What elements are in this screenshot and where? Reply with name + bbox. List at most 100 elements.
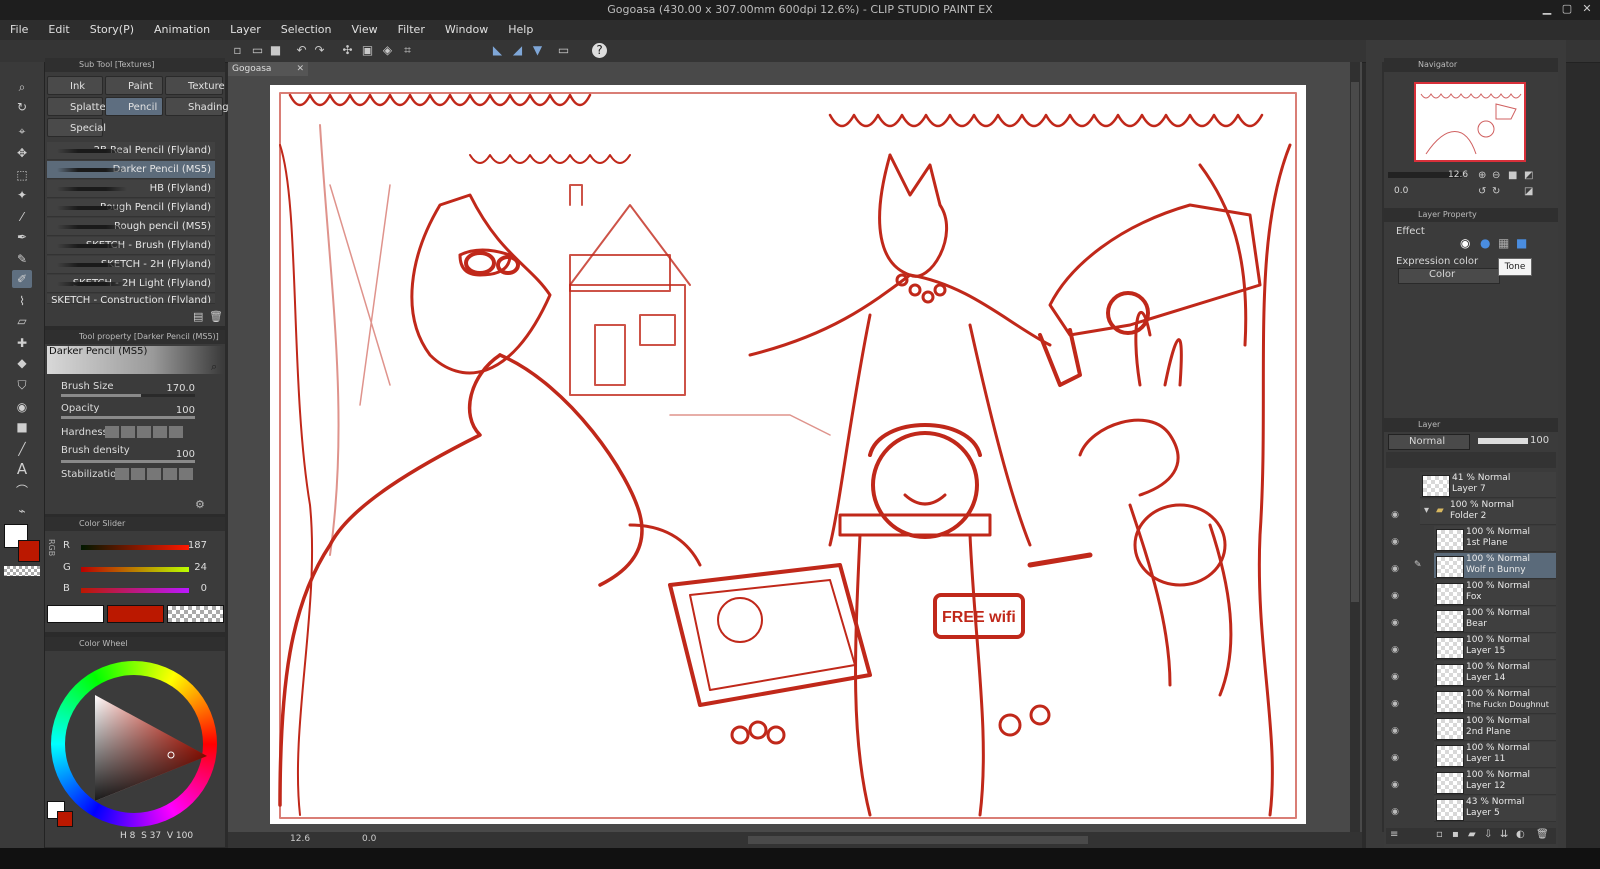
new-raster-layer-icon[interactable]: ▫ bbox=[1436, 829, 1443, 840]
help-icon[interactable]: ? bbox=[592, 43, 607, 58]
pencil-icon[interactable]: ✎ bbox=[12, 250, 32, 268]
layer-menu-icon[interactable]: ≡ bbox=[1390, 829, 1398, 840]
horizontal-scroll-thumb[interactable] bbox=[748, 836, 1088, 844]
zoom-out-icon[interactable]: ⊖ bbox=[1492, 170, 1500, 181]
category-ink[interactable]: Ink bbox=[47, 76, 103, 95]
border-effect-icon[interactable]: ◉ bbox=[1460, 236, 1470, 250]
eye-icon[interactable]: ◉ bbox=[1388, 510, 1402, 520]
fill-bucket-icon[interactable]: ◆ bbox=[12, 354, 32, 372]
red-track[interactable] bbox=[81, 545, 189, 550]
white-swatch[interactable] bbox=[47, 605, 104, 623]
monitor-icon[interactable]: ▭ bbox=[556, 43, 571, 58]
rotate-right-icon[interactable]: ↻ bbox=[1492, 186, 1500, 197]
rotate-left-icon[interactable]: ↺ bbox=[1478, 186, 1486, 197]
red-value[interactable]: 187 bbox=[188, 540, 207, 551]
expression-color-select[interactable]: Color bbox=[1398, 268, 1500, 284]
brush-size-slider[interactable] bbox=[61, 394, 195, 397]
redo-icon[interactable]: ↷ bbox=[312, 43, 327, 58]
menu-animation[interactable]: Animation bbox=[144, 20, 220, 40]
eye-icon[interactable]: ◉ bbox=[1388, 537, 1402, 547]
brush-item[interactable]: SKETCH - 2H (Flyland) bbox=[47, 256, 215, 274]
eyedropper-icon[interactable]: ⁄ bbox=[12, 208, 32, 226]
eye-icon[interactable]: ◉ bbox=[1388, 807, 1402, 817]
rotate-icon[interactable]: ↻ bbox=[12, 98, 32, 116]
navigator-zoom[interactable]: 12.6 bbox=[1448, 170, 1468, 180]
frame-icon[interactable]: ■ bbox=[12, 418, 32, 436]
folder-expand-icon[interactable]: ▾ bbox=[1424, 505, 1429, 516]
brush-icon[interactable]: ✐ bbox=[12, 270, 32, 288]
airbrush-icon[interactable]: ⌇ bbox=[12, 292, 32, 310]
eye-icon[interactable]: ◉ bbox=[1388, 564, 1402, 574]
delete-layer-icon[interactable]: 🗑 bbox=[1536, 829, 1549, 840]
figure-icon[interactable]: ◉ bbox=[12, 398, 32, 416]
category-shading[interactable]: Shading bbox=[165, 97, 229, 116]
eye-icon[interactable]: ◉ bbox=[1388, 699, 1402, 709]
text-icon[interactable]: A bbox=[12, 460, 32, 478]
gradient-icon[interactable]: ⛉ bbox=[12, 376, 32, 394]
snap-grid-icon[interactable]: ▼ bbox=[530, 43, 545, 58]
saturation-value-triangle[interactable] bbox=[91, 693, 211, 803]
menu-view[interactable]: View bbox=[341, 20, 387, 40]
vertical-scroll-thumb[interactable] bbox=[1351, 82, 1359, 602]
eye-icon[interactable]: ◉ bbox=[1388, 780, 1402, 790]
save-icon[interactable]: ■ bbox=[268, 43, 283, 58]
blend-icon[interactable]: ✚ bbox=[12, 334, 32, 352]
flip-icon[interactable]: ◩ bbox=[1524, 170, 1533, 181]
document-tab[interactable]: Gogoasa ✕ bbox=[228, 62, 308, 76]
layer-color-icon[interactable]: ■ bbox=[1516, 236, 1527, 250]
magnifier-icon[interactable]: ⌕ bbox=[211, 360, 217, 374]
menu-edit[interactable]: Edit bbox=[38, 20, 79, 40]
auto-select-icon[interactable]: ✦ bbox=[12, 186, 32, 204]
brush-item[interactable]: Rough Pencil (Flyland) bbox=[47, 199, 215, 217]
transform-icon[interactable]: ⌗ bbox=[400, 43, 415, 58]
undo-icon[interactable]: ↶ bbox=[294, 43, 309, 58]
layer-row[interactable]: 100 % Normal Layer 15 bbox=[1434, 634, 1556, 660]
green-value[interactable]: 24 bbox=[194, 562, 207, 573]
brush-item[interactable]: SKETCH - 2H Light (Flyland) bbox=[47, 275, 215, 293]
brush-density-value[interactable]: 100 bbox=[176, 449, 195, 460]
category-texture[interactable]: Texture bbox=[165, 76, 225, 95]
layer-row[interactable]: 100 % Normal Bear bbox=[1434, 607, 1556, 633]
layer-opacity-value[interactable]: 100 bbox=[1530, 435, 1549, 446]
correct-line-icon[interactable]: ⌁ bbox=[12, 502, 32, 520]
selection-icon[interactable]: ⬚ bbox=[12, 166, 32, 184]
balloon-icon[interactable]: ⌒ bbox=[12, 482, 32, 500]
eye-icon[interactable]: ◉ bbox=[1388, 753, 1402, 763]
reset-rotation-icon[interactable]: ◪ bbox=[1524, 186, 1533, 197]
menu-help[interactable]: Help bbox=[498, 20, 543, 40]
new-folder-icon[interactable]: ▰ bbox=[1468, 829, 1476, 840]
menu-file[interactable]: File bbox=[0, 20, 38, 40]
color-mode-tab[interactable]: RGB bbox=[47, 539, 56, 556]
brush-density-slider[interactable] bbox=[61, 460, 195, 463]
new-subtool-icon[interactable]: ▤ bbox=[193, 310, 203, 323]
menu-layer[interactable]: Layer bbox=[220, 20, 271, 40]
artboard[interactable]: FREE wifi bbox=[270, 85, 1306, 824]
navigator-preview[interactable] bbox=[1414, 82, 1526, 162]
menu-filter[interactable]: Filter bbox=[388, 20, 435, 40]
layer-row[interactable]: 100 % Normal 1st Plane bbox=[1434, 526, 1556, 552]
zoom-in-icon[interactable]: ⊕ bbox=[1478, 170, 1486, 181]
snap-ruler-icon[interactable]: ◣ bbox=[490, 43, 505, 58]
wheel-sub-color[interactable] bbox=[57, 811, 73, 827]
maximize-icon[interactable]: ▢ bbox=[1560, 2, 1574, 16]
eye-icon[interactable]: ◉ bbox=[1388, 672, 1402, 682]
transparent-swatch[interactable] bbox=[167, 605, 224, 623]
layer-row[interactable]: 100 % Normal 2nd Plane bbox=[1434, 715, 1556, 741]
layer-row[interactable]: 100 % Normal Layer 11 bbox=[1434, 742, 1556, 768]
stabilization-presets[interactable] bbox=[115, 468, 193, 480]
new-file-icon[interactable]: ▫ bbox=[230, 43, 245, 58]
eraser-icon[interactable]: ▱ bbox=[12, 312, 32, 330]
brush-item[interactable]: 2B Real Pencil (Flyland) bbox=[47, 142, 215, 160]
opacity-value[interactable]: 100 bbox=[176, 405, 195, 416]
navigator-rotation[interactable]: 0.0 bbox=[1394, 186, 1408, 196]
layer-opacity-slider[interactable] bbox=[1478, 438, 1528, 444]
merge-icon[interactable]: ⇊ bbox=[1500, 829, 1508, 840]
red-slider[interactable]: R 187 bbox=[59, 537, 219, 557]
folder-row[interactable]: ▾ ▰ 100 % Normal Folder 2 bbox=[1420, 499, 1556, 525]
minimize-icon[interactable]: ▁ bbox=[1540, 2, 1554, 16]
transfer-down-icon[interactable]: ⇩ bbox=[1484, 829, 1492, 840]
hardness-presets[interactable] bbox=[105, 426, 183, 438]
layer-row-selected[interactable]: 100 % Normal Wolf n Bunny bbox=[1434, 553, 1556, 579]
zoom-icon[interactable]: ⌕ bbox=[12, 78, 32, 96]
zoom-value[interactable]: 12.6 bbox=[290, 834, 310, 844]
